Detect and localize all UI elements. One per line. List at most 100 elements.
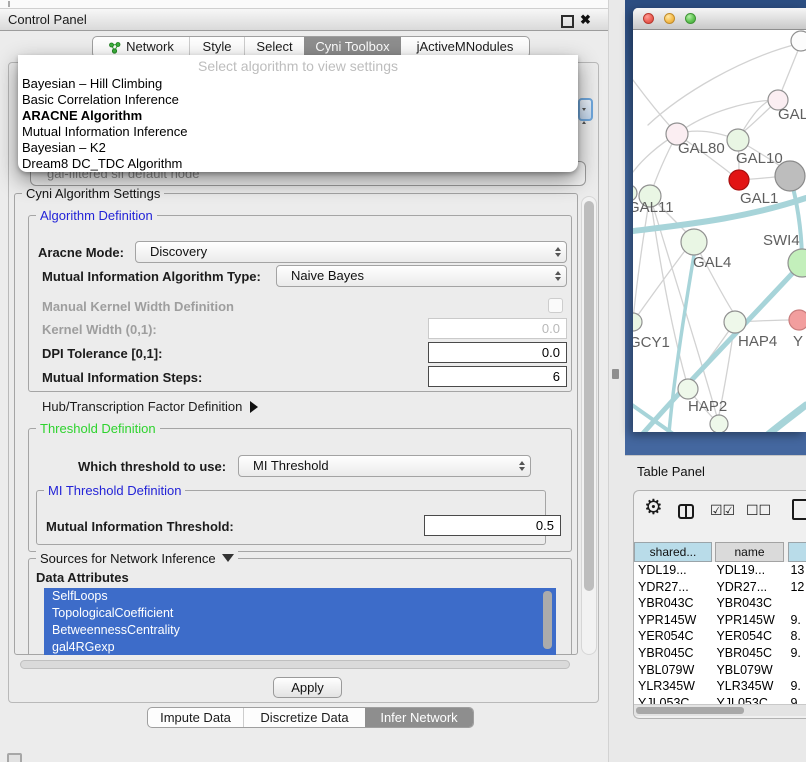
network-node[interactable] xyxy=(633,313,642,331)
table-row[interactable]: YJL053CYJL053C9. xyxy=(634,695,806,704)
algorithm-definition-title: Algorithm Definition xyxy=(36,208,157,223)
tab-style[interactable]: Style xyxy=(189,37,244,57)
column-header-shared[interactable]: shared... xyxy=(634,542,712,562)
network-node[interactable] xyxy=(729,170,749,190)
float-panel-icon[interactable] xyxy=(561,15,574,28)
dpi-tolerance-label: DPI Tolerance [0,1]: xyxy=(42,346,162,361)
table-row[interactable]: YBL079WYBL079W xyxy=(634,662,806,679)
tab-jactivemnodules[interactable]: jActiveMNodules xyxy=(401,37,529,57)
minimize-window-icon[interactable] xyxy=(664,13,675,24)
sources-group-title[interactable]: Sources for Network Inference xyxy=(36,551,238,566)
unchecked-boxes-icon[interactable]: ☐☐ xyxy=(746,502,771,519)
table-cell: 9. xyxy=(784,645,806,662)
collapsed-arrow-icon xyxy=(250,401,258,413)
algorithm-combobox-stepper[interactable] xyxy=(578,98,593,121)
control-panel: Control Panel ✖ Network Style xyxy=(0,0,608,762)
attribute-item-selected[interactable]: SelfLoops xyxy=(44,588,556,605)
algorithm-option[interactable]: Dream8 DC_TDC Algorithm xyxy=(21,156,572,172)
table-row[interactable]: YDR27...YDR27...12 xyxy=(634,579,806,596)
tab-discretize-data[interactable]: Discretize Data xyxy=(243,708,365,727)
table-cell xyxy=(784,662,806,679)
network-window-titlebar[interactable] xyxy=(633,8,806,30)
network-node-label: Y xyxy=(793,333,803,350)
table-body: YDL19...YDL19...13YDR27...YDR27...12YBR0… xyxy=(634,562,806,704)
gear-icon[interactable]: ⚙ xyxy=(644,497,663,519)
attribute-item-selected[interactable]: gal4RGexp xyxy=(44,639,556,655)
algorithm-option[interactable]: Bayesian – Hill Climbing xyxy=(21,76,572,92)
hub-definition-expander[interactable]: Hub/Transcription Factor Definition xyxy=(42,399,258,414)
tab-network[interactable]: Network xyxy=(93,37,189,57)
document-icon[interactable] xyxy=(792,499,806,520)
mi-threshold-label: Mutual Information Threshold: xyxy=(46,519,234,534)
network-canvas[interactable]: GALGAL80GAL10GAL1GAL11SWI4GAL4GCY1HAP4YH… xyxy=(633,30,806,432)
manual-kernel-width-checkbox[interactable] xyxy=(548,298,563,313)
network-node-label: GAL4 xyxy=(693,254,731,271)
data-attributes-list: SelfLoops TopologicalCoefficient Between… xyxy=(44,588,556,655)
tab-select[interactable]: Select xyxy=(244,37,304,57)
network-node[interactable] xyxy=(789,310,806,330)
mi-threshold-field[interactable]: 0.5 xyxy=(424,515,561,536)
mi-algorithm-type-combobox[interactable]: Naive Bayes xyxy=(276,265,567,287)
apply-button[interactable]: Apply xyxy=(273,677,342,698)
settings-vertical-scrollbar[interactable] xyxy=(581,196,597,655)
table-cell: YDL19... xyxy=(634,562,712,579)
network-node[interactable] xyxy=(681,229,707,255)
divider-handle-icon[interactable] xyxy=(612,369,619,379)
attribute-item-selected[interactable]: TopologicalCoefficient xyxy=(44,605,556,622)
table-row[interactable]: YPR145WYPR145W9. xyxy=(634,612,806,629)
table-cell: YER054C xyxy=(712,628,784,645)
column-header-name[interactable]: name xyxy=(715,542,784,562)
table-row[interactable]: YBR045CYBR045C9. xyxy=(634,645,806,662)
docked-panel-icon[interactable] xyxy=(7,753,22,762)
table-row[interactable]: YBR043CYBR043C xyxy=(634,595,806,612)
algorithm-option-selected[interactable]: ARACNE Algorithm xyxy=(21,108,572,124)
table-row[interactable]: YER054CYER054C8. xyxy=(634,628,806,645)
network-node[interactable] xyxy=(727,129,749,151)
tab-infer-network[interactable]: Infer Network xyxy=(365,708,473,727)
aracne-mode-combobox[interactable]: Discovery xyxy=(135,241,567,263)
table-cell: 12 xyxy=(784,579,806,596)
network-graph[interactable]: GALGAL80GAL10GAL1GAL11SWI4GAL4GCY1HAP4YH… xyxy=(633,30,806,432)
network-node[interactable] xyxy=(791,31,806,51)
algorithm-option[interactable]: Mutual Information Inference xyxy=(21,124,572,140)
algorithm-option[interactable]: Basic Correlation Inference xyxy=(21,92,572,108)
settings-horizontal-scrollbar-thumb[interactable] xyxy=(20,660,570,669)
tab-network-label: Network xyxy=(126,37,174,57)
attribute-item-selected[interactable]: BetweennessCentrality xyxy=(44,622,556,639)
tab-cyni-toolbox-label: Cyni Toolbox xyxy=(315,37,389,57)
algorithm-option[interactable]: Bayesian – K2 xyxy=(21,140,572,156)
column-header-clipped[interactable] xyxy=(788,542,806,562)
network-node[interactable] xyxy=(724,311,746,333)
network-node[interactable] xyxy=(710,415,728,432)
table-horizontal-scrollbar-thumb[interactable] xyxy=(636,707,744,714)
zoom-window-icon[interactable] xyxy=(685,13,696,24)
desktop-area: GALGAL80GAL10GAL1GAL11SWI4GAL4GCY1HAP4YH… xyxy=(625,0,806,762)
table-cell: YBR043C xyxy=(712,595,784,612)
control-panel-titlebar: Control Panel ✖ xyxy=(0,8,608,31)
checked-boxes-icon[interactable]: ☑☑ xyxy=(710,502,735,519)
tab-style-label: Style xyxy=(203,37,232,57)
network-node-label: HAP2 xyxy=(688,398,727,415)
settings-vertical-scrollbar-thumb[interactable] xyxy=(584,201,594,591)
table-horizontal-scrollbar[interactable] xyxy=(634,704,806,716)
tab-cyni-toolbox[interactable]: Cyni Toolbox xyxy=(304,37,401,57)
table-row[interactable]: YLR345WYLR345W9. xyxy=(634,678,806,695)
close-panel-icon[interactable]: ✖ xyxy=(580,9,591,31)
attributes-list-scrollbar[interactable] xyxy=(543,591,552,649)
tab-impute-data[interactable]: Impute Data xyxy=(148,708,243,727)
table-cell: 9. xyxy=(784,612,806,629)
table-cell: YBL079W xyxy=(712,662,784,679)
close-window-icon[interactable] xyxy=(643,13,654,24)
mi-steps-field[interactable]: 6 xyxy=(428,366,567,387)
panel-divider[interactable] xyxy=(608,0,625,762)
algorithm-dropdown-placeholder: Select algorithm to view settings xyxy=(18,58,578,74)
table-cell: YER054C xyxy=(634,628,712,645)
dpi-tolerance-field[interactable]: 0.0 xyxy=(428,342,567,363)
which-threshold-combobox[interactable]: MI Threshold xyxy=(238,455,531,477)
kernel-width-field[interactable]: 0.0 xyxy=(428,318,567,339)
settings-horizontal-scrollbar[interactable] xyxy=(16,658,578,671)
split-panel-icon[interactable] xyxy=(678,504,694,519)
table-row[interactable]: YDL19...YDL19...13 xyxy=(634,562,806,579)
network-node[interactable] xyxy=(678,379,698,399)
network-edge xyxy=(633,252,684,322)
